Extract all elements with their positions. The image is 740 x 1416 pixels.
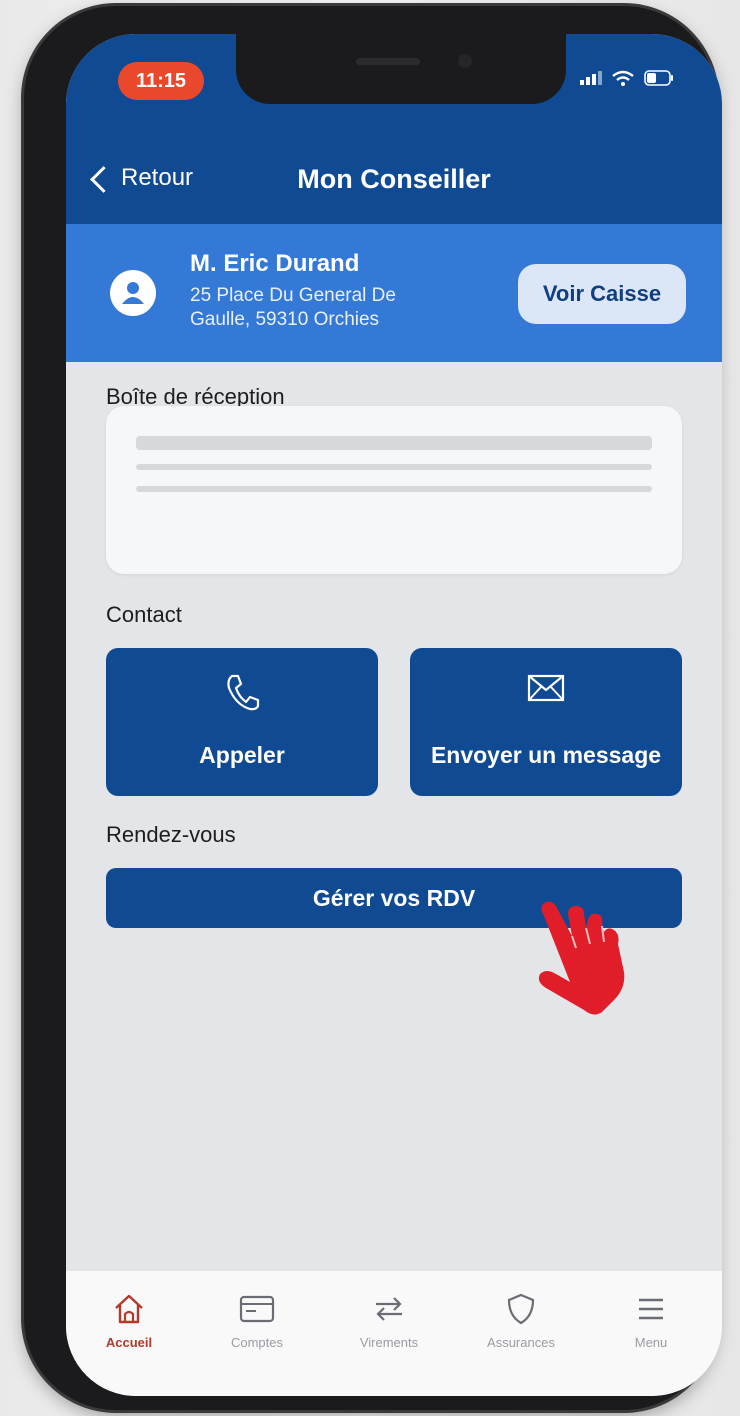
status-icons [580, 70, 674, 86]
tab-label: Menu [634, 1335, 668, 1350]
phone-frame: 11:15 Retour Mon Conseiller M. Eric Dura… [24, 6, 722, 1410]
send-message-button[interactable]: Envoyer un message [410, 648, 682, 796]
inbox-placeholder-line [136, 464, 652, 470]
card-icon [239, 1295, 275, 1323]
page-title: Mon Conseiller [297, 164, 491, 194]
voir-caisse-button[interactable]: Voir Caisse [518, 264, 686, 324]
tab-virements[interactable]: Virements [334, 1289, 444, 1350]
contact-heading: Contact [106, 602, 182, 627]
call-button[interactable]: Appeler [106, 648, 378, 796]
tab-bar: Accueil Comptes Virements Assurances Men… [66, 1270, 722, 1396]
advisor-address-line2: Gaulle, 59310 Orchies [190, 309, 380, 330]
tab-accueil[interactable]: Accueil [74, 1289, 184, 1350]
speaker [356, 58, 420, 65]
advisor-address: 25 Place Du General De Gaulle, 59310 Orc… [190, 284, 470, 332]
hand-pointer-icon [538, 901, 625, 1015]
battery-icon [644, 70, 673, 86]
signal-icon [580, 71, 602, 85]
user-icon [122, 282, 144, 304]
inbox-placeholder-line [136, 436, 652, 450]
camera [458, 54, 472, 68]
tab-comptes[interactable]: Comptes [202, 1289, 312, 1350]
tab-label: Comptes [230, 1335, 284, 1350]
advisor-card: M. Eric Durand 25 Place Du General De Ga… [66, 224, 722, 362]
inbox-card[interactable] [106, 406, 682, 574]
nav-bar: Retour Mon Conseiller [66, 144, 722, 224]
shield-icon [507, 1293, 535, 1325]
status-bar: 11:15 [66, 34, 722, 144]
tab-menu[interactable]: Menu [596, 1289, 706, 1350]
home-icon [115, 1294, 143, 1324]
tab-assurances[interactable]: Assurances [466, 1289, 576, 1350]
send-message-label: Envoyer un message [430, 742, 662, 768]
app-screen: 11:15 Retour Mon Conseiller M. Eric Dura… [66, 34, 722, 1396]
advisor-address-line1: 25 Place Du General De [190, 285, 396, 306]
call-label: Appeler [199, 742, 285, 768]
tab-label: Virements [359, 1335, 419, 1350]
tab-label: Accueil [105, 1335, 153, 1350]
tab-label: Assurances [487, 1335, 555, 1350]
transfer-icon [376, 1297, 402, 1321]
avatar [110, 270, 156, 316]
notch [236, 34, 566, 104]
phone-icon [227, 674, 260, 711]
wifi-icon [612, 70, 634, 86]
menu-icon [639, 1298, 663, 1320]
advisor-name: M. Eric Durand [190, 250, 360, 277]
inbox-placeholder-line [136, 486, 652, 492]
rdv-heading: Rendez-vous [106, 822, 236, 847]
status-time: 11:15 [118, 62, 204, 100]
envelope-icon [527, 674, 565, 702]
